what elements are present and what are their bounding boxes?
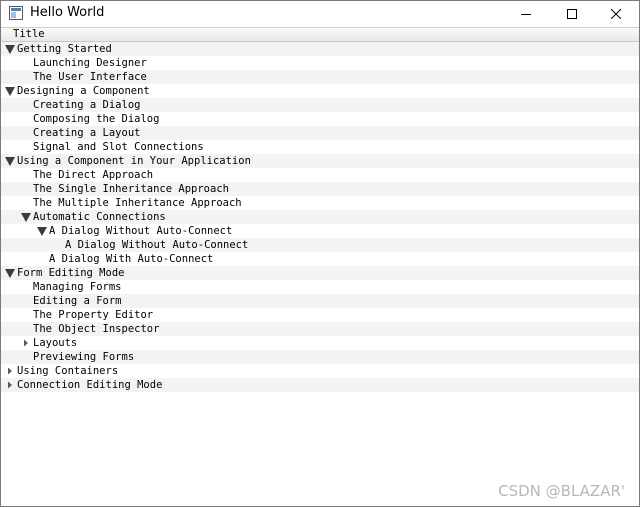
tree-row[interactable]: The Direct Approach: [1, 168, 639, 182]
tree-row[interactable]: A Dialog Without Auto-Connect: [1, 238, 639, 252]
tree-item-label: Signal and Slot Connections: [33, 141, 204, 153]
expanded-arrow-icon[interactable]: [5, 154, 17, 168]
tree-row[interactable]: Signal and Slot Connections: [1, 140, 639, 154]
tree-row[interactable]: The Single Inheritance Approach: [1, 182, 639, 196]
tree-item-label: The Direct Approach: [33, 169, 154, 181]
tree-item-label: Using a Component in Your Application: [17, 155, 251, 167]
tree-item-label: Using Containers: [17, 365, 119, 377]
tree-rows: Getting Started Launching Designer The Use…: [1, 42, 639, 392]
tree-item-label: Designing a Component: [17, 85, 150, 97]
window-title: Hello World: [30, 5, 105, 20]
tree-item-label: Form Editing Mode: [17, 267, 125, 279]
tree-row[interactable]: The Object Inspector: [1, 322, 639, 336]
tree-row[interactable]: Using Containers: [1, 364, 639, 378]
tree-row[interactable]: The Multiple Inheritance Approach: [1, 196, 639, 210]
tree-row[interactable]: Automatic Connections: [1, 210, 639, 224]
collapsed-arrow-icon[interactable]: [5, 378, 17, 392]
tree-row[interactable]: Using a Component in Your Application: [1, 154, 639, 168]
tree-row[interactable]: The User Interface: [1, 70, 639, 84]
tree-header[interactable]: Title: [1, 27, 639, 42]
tree-row[interactable]: The Property Editor: [1, 308, 639, 322]
tree-row[interactable]: Managing Forms: [1, 280, 639, 294]
minimize-button[interactable]: [503, 1, 549, 27]
tree-item-label: Creating a Layout: [33, 127, 141, 139]
expanded-arrow-icon[interactable]: [5, 42, 17, 56]
tree-row[interactable]: A Dialog Without Auto-Connect: [1, 224, 639, 238]
tree-item-label: Connection Editing Mode: [17, 379, 163, 391]
collapsed-arrow-icon[interactable]: [21, 336, 33, 350]
minimize-icon: [521, 14, 531, 15]
tree-row[interactable]: Launching Designer: [1, 56, 639, 70]
tree-item-label: A Dialog With Auto-Connect: [49, 253, 214, 265]
tree-row[interactable]: Creating a Dialog: [1, 98, 639, 112]
tree-row[interactable]: Form Editing Mode: [1, 266, 639, 280]
tree-row[interactable]: Layouts: [1, 336, 639, 350]
tree-item-label: The User Interface: [33, 71, 147, 83]
close-icon: [611, 9, 621, 19]
tree-item-label: Automatic Connections: [33, 211, 166, 223]
expanded-arrow-icon[interactable]: [5, 266, 17, 280]
watermark-text: CSDN @BLAZAR': [498, 482, 625, 500]
tree-item-label: Composing the Dialog: [33, 113, 160, 125]
tree-item-label: The Object Inspector: [33, 323, 160, 335]
tree-item-label: Creating a Dialog: [33, 99, 141, 111]
app-window-icon: [9, 6, 23, 20]
tree-view[interactable]: Title Getting Started Launching Designer T…: [1, 27, 639, 506]
expanded-arrow-icon[interactable]: [5, 84, 17, 98]
expanded-arrow-icon[interactable]: [21, 210, 33, 224]
tree-item-label: Layouts: [33, 337, 78, 349]
tree-item-label: The Single Inheritance Approach: [33, 183, 229, 195]
expanded-arrow-icon[interactable]: [37, 224, 49, 238]
maximize-icon: [567, 9, 577, 19]
tree-item-label: Editing a Form: [33, 295, 122, 307]
title-bar[interactable]: Hello World: [1, 1, 639, 27]
tree-row[interactable]: Previewing Forms: [1, 350, 639, 364]
maximize-button[interactable]: [549, 1, 595, 27]
tree-row[interactable]: Getting Started: [1, 42, 639, 56]
tree-item-label: Getting Started: [17, 43, 112, 55]
main-window: Hello World Title Getting Started Launchi…: [0, 0, 640, 507]
tree-item-label: The Property Editor: [33, 309, 154, 321]
tree-item-label: A Dialog Without Auto-Connect: [49, 225, 233, 237]
tree-row[interactable]: Connection Editing Mode: [1, 378, 639, 392]
tree-item-label: The Multiple Inheritance Approach: [33, 197, 242, 209]
tree-item-label: Managing Forms: [33, 281, 122, 293]
tree-row[interactable]: Creating a Layout: [1, 126, 639, 140]
collapsed-arrow-icon[interactable]: [5, 364, 17, 378]
tree-row[interactable]: Composing the Dialog: [1, 112, 639, 126]
tree-row[interactable]: Designing a Component: [1, 84, 639, 98]
tree-item-label: A Dialog Without Auto-Connect: [65, 239, 249, 251]
column-header-title[interactable]: Title: [13, 28, 45, 41]
tree-item-label: Previewing Forms: [33, 351, 135, 363]
close-button[interactable]: [593, 1, 639, 27]
tree-row[interactable]: Editing a Form: [1, 294, 639, 308]
tree-item-label: Launching Designer: [33, 57, 147, 69]
tree-row[interactable]: A Dialog With Auto-Connect: [1, 252, 639, 266]
